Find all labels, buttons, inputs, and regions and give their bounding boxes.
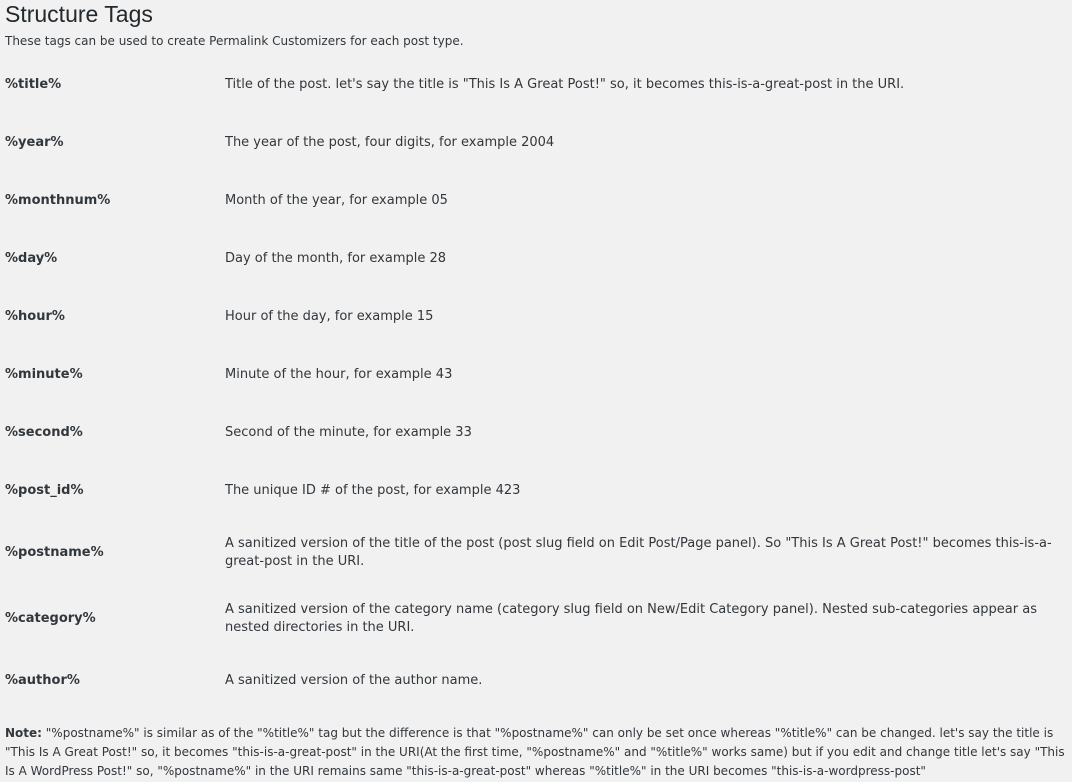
- table-row: %title% Title of the post. let's say the…: [5, 56, 1067, 114]
- tag-description: Hour of the day, for example 15: [225, 309, 434, 324]
- tag-name: %minute%: [5, 367, 83, 382]
- tag-description: The year of the post, four digits, for e…: [225, 135, 555, 150]
- tag-description: Minute of the hour, for example 43: [225, 367, 453, 382]
- table-row: %hour% Hour of the day, for example 15: [5, 288, 1067, 346]
- table-row: %author% A sanitized version of the auth…: [5, 652, 1067, 710]
- table-row: %minute% Minute of the hour, for example…: [5, 346, 1067, 404]
- tag-name: %postname%: [5, 545, 104, 560]
- table-row: %postname% A sanitized version of the ti…: [5, 520, 1067, 586]
- tag-name: %day%: [5, 251, 58, 266]
- table-row: %day% Day of the month, for example 28: [5, 230, 1067, 288]
- tag-name: %category%: [5, 611, 96, 626]
- tag-name: %hour%: [5, 309, 65, 324]
- note-label: Note:: [5, 726, 42, 740]
- table-row: %post_id% The unique ID # of the post, f…: [5, 462, 1067, 520]
- tag-name: %second%: [5, 425, 83, 440]
- tag-name: %post_id%: [5, 483, 84, 498]
- tag-name: %title%: [5, 77, 62, 92]
- intro-text: These tags can be used to create Permali…: [5, 34, 464, 48]
- tag-name: %monthnum%: [5, 193, 111, 208]
- table-row: %second% Second of the minute, for examp…: [5, 404, 1067, 462]
- tag-description: A sanitized version of the author name.: [225, 673, 483, 688]
- table-row: %category% A sanitized version of the ca…: [5, 586, 1067, 652]
- tag-description: Second of the minute, for example 33: [225, 425, 472, 440]
- tag-description: Month of the year, for example 05: [225, 193, 448, 208]
- table-row: %year% The year of the post, four digits…: [5, 114, 1067, 172]
- page-title: Structure Tags: [5, 1, 153, 27]
- tag-description: A sanitized version of the title of the …: [225, 536, 1052, 569]
- tag-description: The unique ID # of the post, for example…: [225, 483, 521, 498]
- note-text: "%postname%" is similar as of the "%titl…: [5, 726, 1065, 778]
- tag-description: Title of the post. let's say the title i…: [225, 77, 905, 92]
- tags-table: %title% Title of the post. let's say the…: [5, 56, 1067, 710]
- note-paragraph: Note: "%postname%" is similar as of the …: [5, 724, 1067, 781]
- tag-description: A sanitized version of the category name…: [225, 602, 1037, 635]
- tag-name: %author%: [5, 673, 80, 688]
- table-row: %monthnum% Month of the year, for exampl…: [5, 172, 1067, 230]
- tag-name: %year%: [5, 135, 64, 150]
- tag-description: Day of the month, for example 28: [225, 251, 447, 266]
